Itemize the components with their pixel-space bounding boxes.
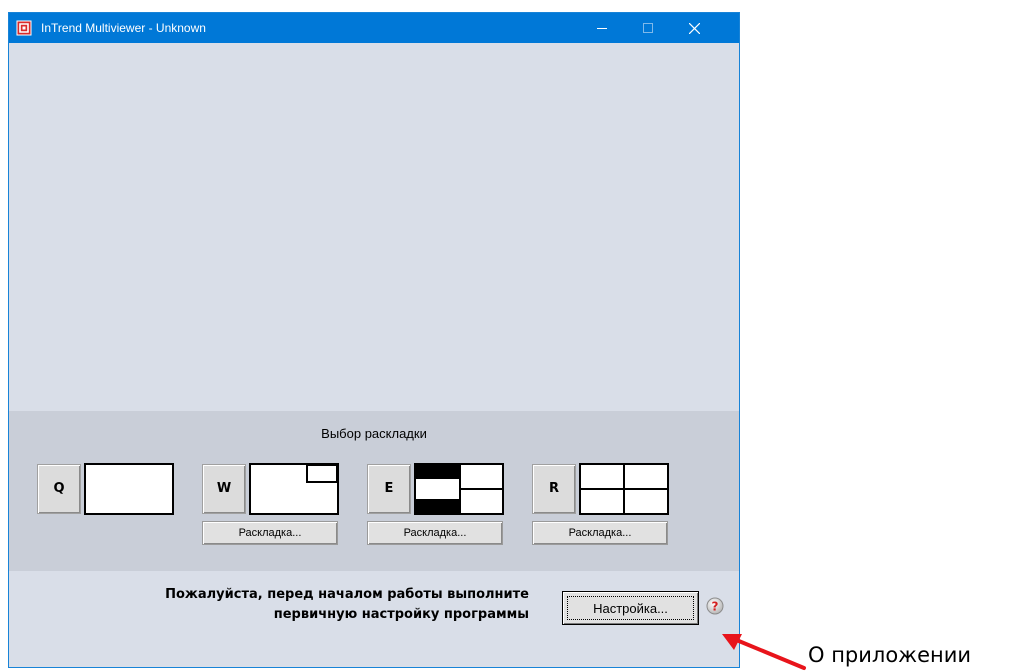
question-icon[interactable]: ? <box>706 597 724 615</box>
layout-r-settings-button[interactable]: Раскладка... <box>532 521 668 545</box>
layout-r-preview[interactable] <box>579 463 669 515</box>
layout-w-key-button[interactable]: W <box>202 464 246 514</box>
settings-button-label: Настройка... <box>567 596 694 620</box>
app-logo-icon <box>16 20 32 36</box>
layout-e-preview[interactable] <box>414 463 504 515</box>
maximize-icon <box>643 23 653 33</box>
layout-w-settings-button[interactable]: Раскладка... <box>202 521 338 545</box>
minimize-icon <box>597 28 607 29</box>
window-title: InTrend Multiviewer - Unknown <box>41 21 206 35</box>
layout-e-key-button[interactable]: E <box>367 464 411 514</box>
settings-button[interactable]: Настройка... <box>562 591 699 625</box>
close-icon <box>689 23 700 34</box>
title-bar[interactable]: InTrend Multiviewer - Unknown <box>9 13 739 43</box>
layout-panel-title: Выбор раскладки <box>321 426 427 441</box>
layout-q-preview[interactable] <box>84 463 174 515</box>
setup-prompt-area: Пожалуйста, перед началом работы выполни… <box>9 571 739 667</box>
minimize-button[interactable] <box>579 13 625 43</box>
layout-selection-panel: Выбор раскладки Q W Раскладка... E Раскл… <box>9 411 739 571</box>
layout-w-preview[interactable] <box>249 463 339 515</box>
annotation-arrow-icon <box>722 634 806 670</box>
layout-q-key-button[interactable]: Q <box>37 464 81 514</box>
layout-r-key-button[interactable]: R <box>532 464 576 514</box>
setup-notice-line1: Пожалуйста, перед началом работы выполни… <box>165 587 529 602</box>
layout-e-settings-button[interactable]: Раскладка... <box>367 521 503 545</box>
annotation-label: О приложении <box>808 643 972 667</box>
close-button[interactable] <box>671 13 717 43</box>
setup-notice-line2: первичную настройку программы <box>273 607 529 622</box>
setup-notice: Пожалуйста, перед началом работы выполни… <box>49 585 529 625</box>
svg-text:?: ? <box>712 600 719 614</box>
maximize-button[interactable] <box>625 13 671 43</box>
video-display-area <box>9 43 739 411</box>
app-window: InTrend Multiviewer - Unknown Выбор раск… <box>8 12 740 668</box>
